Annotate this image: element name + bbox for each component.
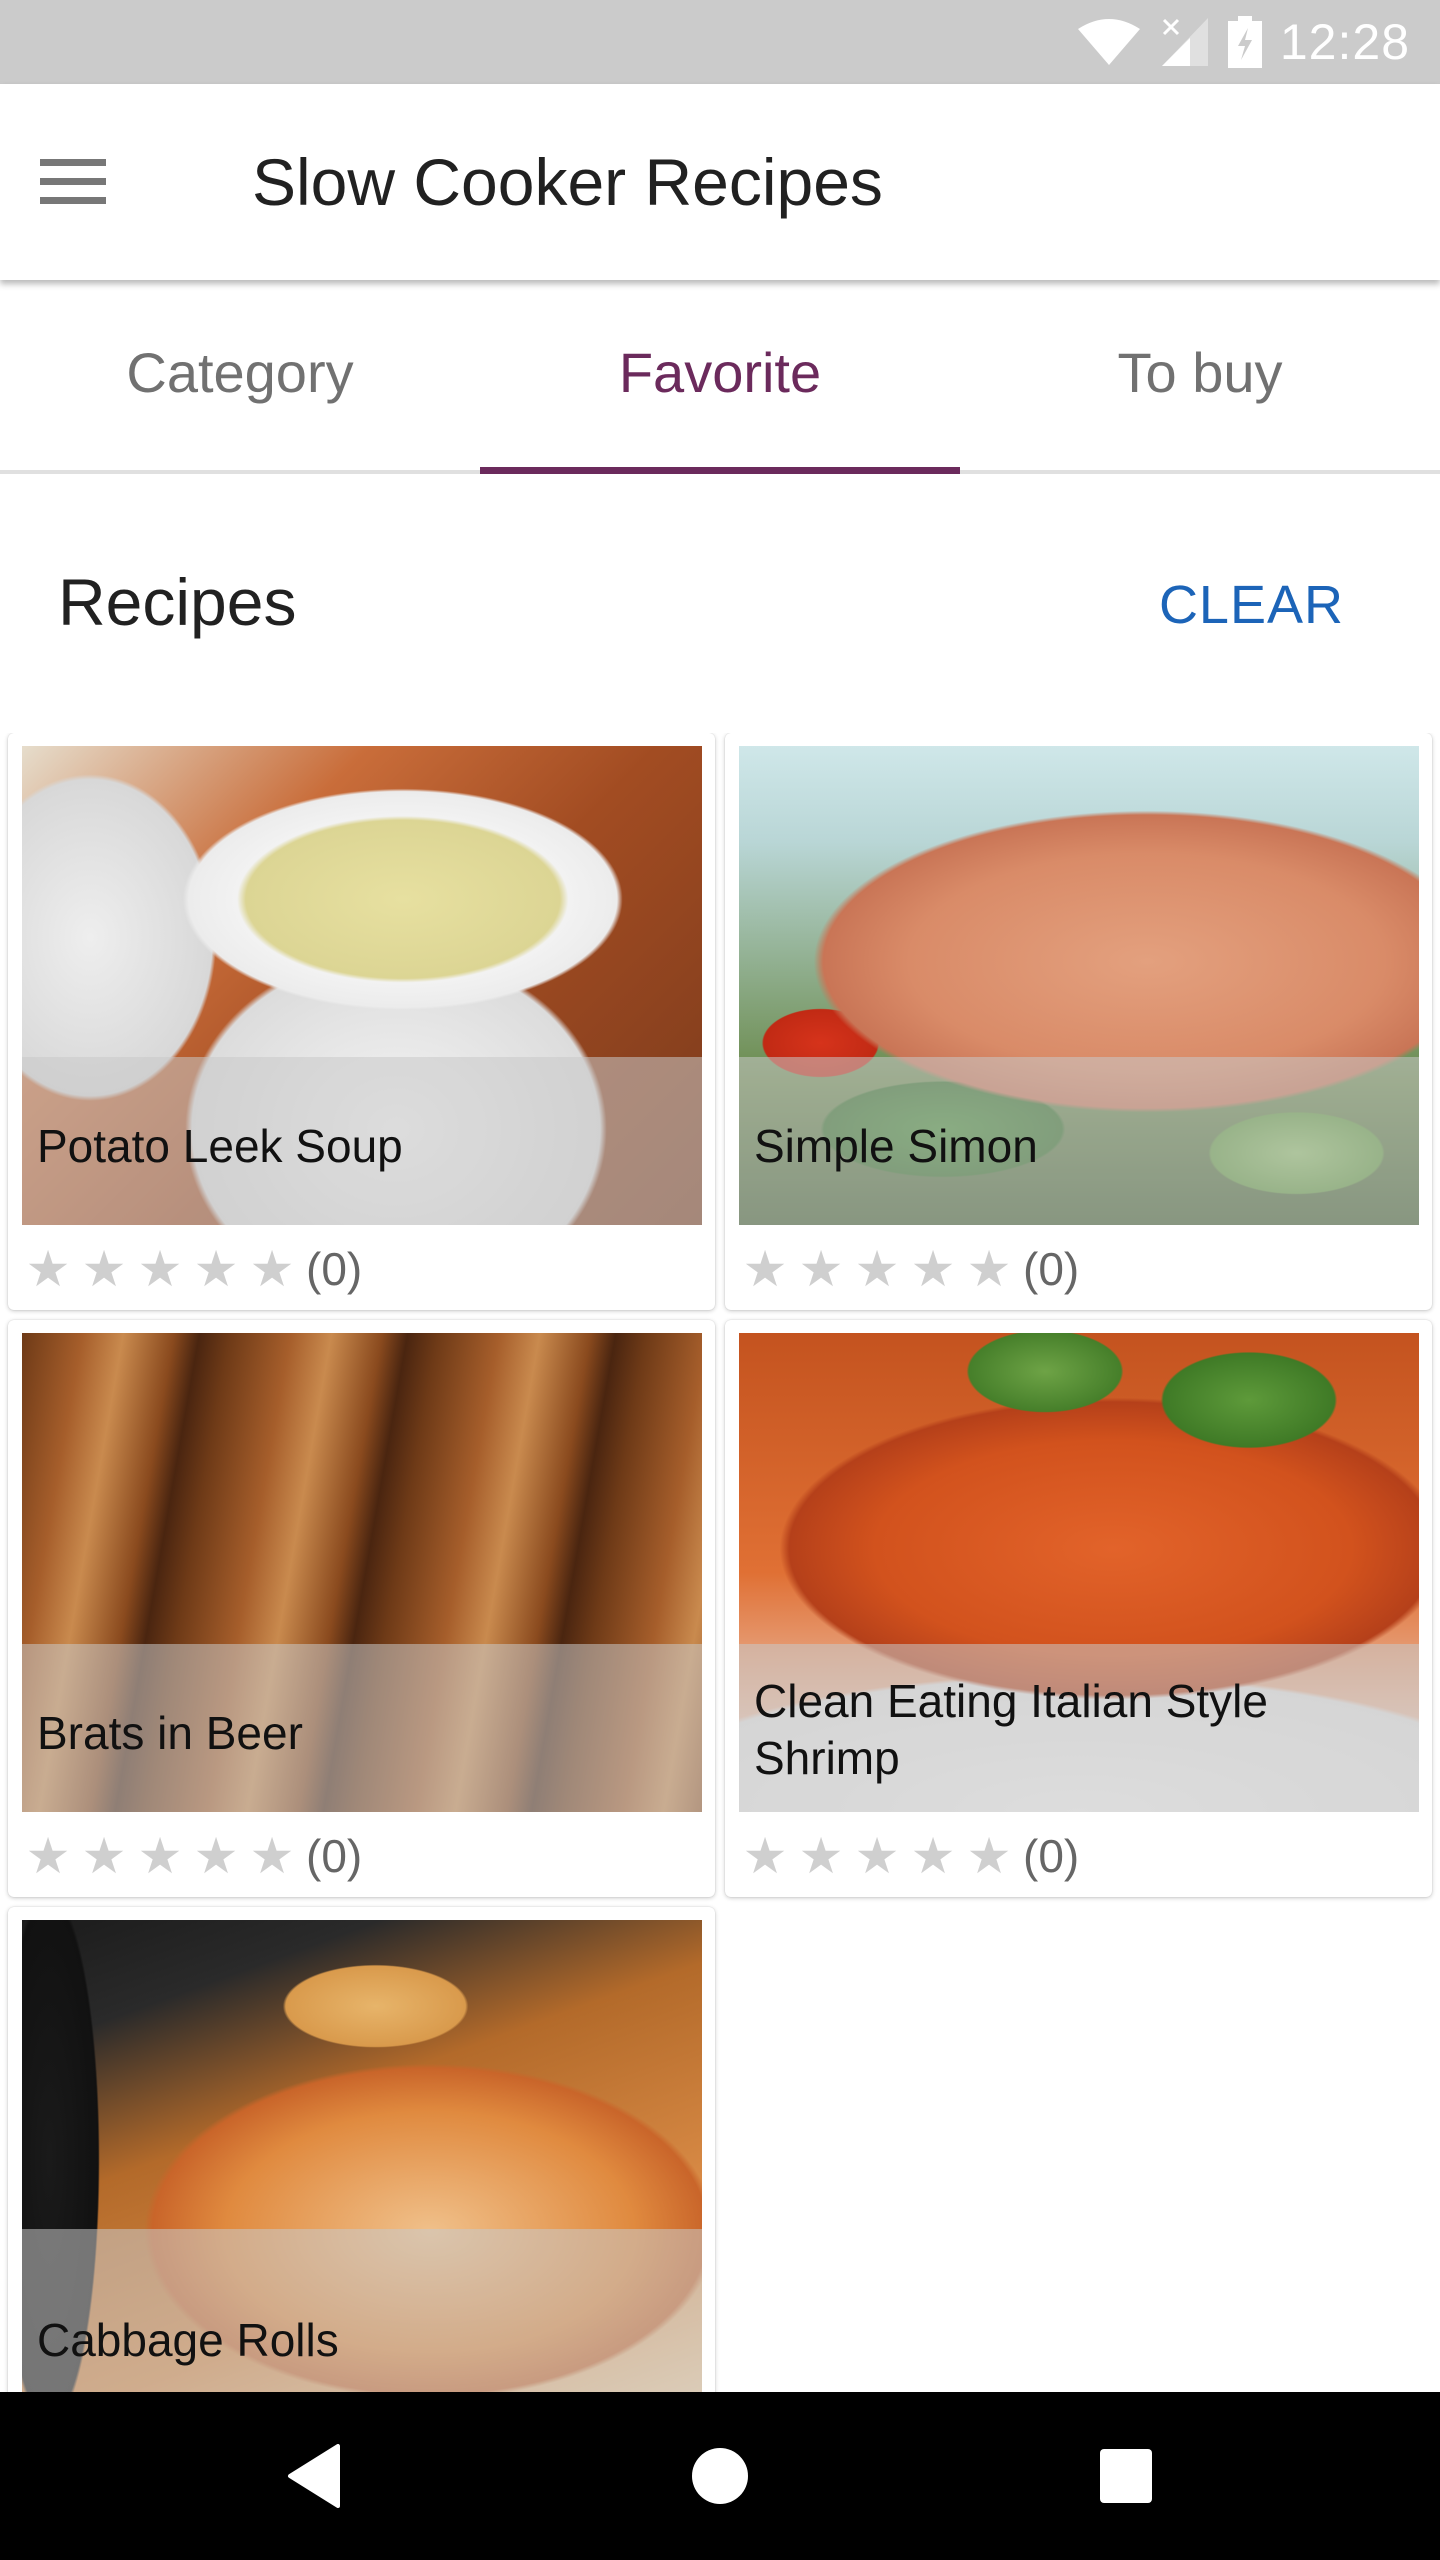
tab-category[interactable]: Category: [0, 280, 480, 470]
recipe-image: Brats in Beer: [22, 1333, 702, 1812]
rating-row[interactable]: ★ ★ ★ ★ ★ (0): [20, 1826, 363, 1886]
star-empty-icon[interactable]: ★: [188, 1827, 244, 1885]
star-empty-icon[interactable]: ★: [737, 1240, 793, 1298]
hamburger-menu-icon: [40, 159, 106, 205]
recipe-title: Potato Leek Soup: [37, 1120, 403, 1172]
rating-count: (0): [306, 1243, 363, 1295]
recipe-title: Brats in Beer: [37, 1707, 303, 1759]
menu-button[interactable]: [40, 142, 156, 222]
home-icon: [692, 2448, 748, 2504]
recipe-grid[interactable]: Potato Leek Soup ★ ★ ★ ★ ★ (0) Simple Si…: [0, 733, 1440, 2392]
recipe-card[interactable]: Brats in Beer ★ ★ ★ ★ ★ (0): [8, 1320, 715, 1897]
back-icon: [288, 2444, 340, 2508]
rating-row[interactable]: ★ ★ ★ ★ ★ (0): [20, 1239, 363, 1299]
star-empty-icon[interactable]: ★: [737, 1827, 793, 1885]
app-title: Slow Cooker Recipes: [252, 145, 883, 219]
recipe-image: Simple Simon: [739, 746, 1419, 1225]
star-empty-icon[interactable]: ★: [132, 1240, 188, 1298]
rating-count: (0): [1023, 1830, 1080, 1882]
recipe-image: Potato Leek Soup: [22, 746, 702, 1225]
star-empty-icon[interactable]: ★: [76, 1240, 132, 1298]
star-empty-icon[interactable]: ★: [793, 1827, 849, 1885]
battery-charging-icon: [1227, 16, 1262, 68]
status-time: 12:28: [1279, 14, 1410, 70]
star-empty-icon[interactable]: ★: [793, 1240, 849, 1298]
tab-bar: Category Favorite To buy: [0, 280, 1440, 474]
star-empty-icon[interactable]: ★: [849, 1240, 905, 1298]
star-empty-icon[interactable]: ★: [20, 1240, 76, 1298]
wifi-icon: [1077, 19, 1140, 65]
tab-favorite[interactable]: Favorite: [480, 280, 960, 474]
star-empty-icon[interactable]: ★: [961, 1240, 1017, 1298]
recipe-title: Cabbage Rolls: [37, 2314, 339, 2366]
recipe-card[interactable]: Cabbage Rolls: [8, 1907, 715, 2392]
home-button[interactable]: [620, 2392, 820, 2560]
app-toolbar: Slow Cooker Recipes: [0, 84, 1440, 280]
recipe-image: Cabbage Rolls: [22, 1920, 702, 2392]
clear-button[interactable]: CLEAR: [1159, 574, 1344, 636]
recipe-title: Simple Simon: [754, 1120, 1038, 1172]
star-empty-icon[interactable]: ★: [244, 1240, 300, 1298]
recent-apps-icon: [1100, 2449, 1152, 2503]
star-empty-icon[interactable]: ★: [961, 1827, 1017, 1885]
rating-row[interactable]: ★ ★ ★ ★ ★ (0): [737, 1826, 1080, 1886]
rating-count: (0): [1023, 1243, 1080, 1295]
status-bar: 12:28: [0, 0, 1440, 84]
rating-count: (0): [306, 1830, 363, 1882]
star-empty-icon[interactable]: ★: [76, 1827, 132, 1885]
star-empty-icon[interactable]: ★: [188, 1240, 244, 1298]
star-empty-icon[interactable]: ★: [905, 1827, 961, 1885]
tab-to-buy[interactable]: To buy: [960, 280, 1440, 470]
recipe-image: Clean Eating Italian Style Shrimp: [739, 1333, 1419, 1812]
status-icons: 12:28: [1076, 0, 1410, 84]
star-empty-icon[interactable]: ★: [849, 1827, 905, 1885]
star-empty-icon[interactable]: ★: [905, 1240, 961, 1298]
section-title: Recipes: [58, 565, 297, 639]
signal-no-service-icon: [1161, 18, 1208, 66]
recipe-title: Clean Eating Italian Style Shrimp: [754, 1675, 1268, 1784]
star-empty-icon[interactable]: ★: [20, 1827, 76, 1885]
rating-row[interactable]: ★ ★ ★ ★ ★ (0): [737, 1239, 1080, 1299]
recent-apps-button[interactable]: [1026, 2392, 1226, 2560]
recipe-card[interactable]: Simple Simon ★ ★ ★ ★ ★ (0): [725, 733, 1432, 1310]
star-empty-icon[interactable]: ★: [132, 1827, 188, 1885]
recipe-card[interactable]: Clean Eating Italian Style Shrimp ★ ★ ★ …: [725, 1320, 1432, 1897]
recipe-card[interactable]: Potato Leek Soup ★ ★ ★ ★ ★ (0): [8, 733, 715, 1310]
recipes-header: Recipes CLEAR: [0, 474, 1440, 724]
star-empty-icon[interactable]: ★: [244, 1827, 300, 1885]
back-button[interactable]: [214, 2392, 414, 2560]
system-nav-bar: [0, 2392, 1440, 2560]
